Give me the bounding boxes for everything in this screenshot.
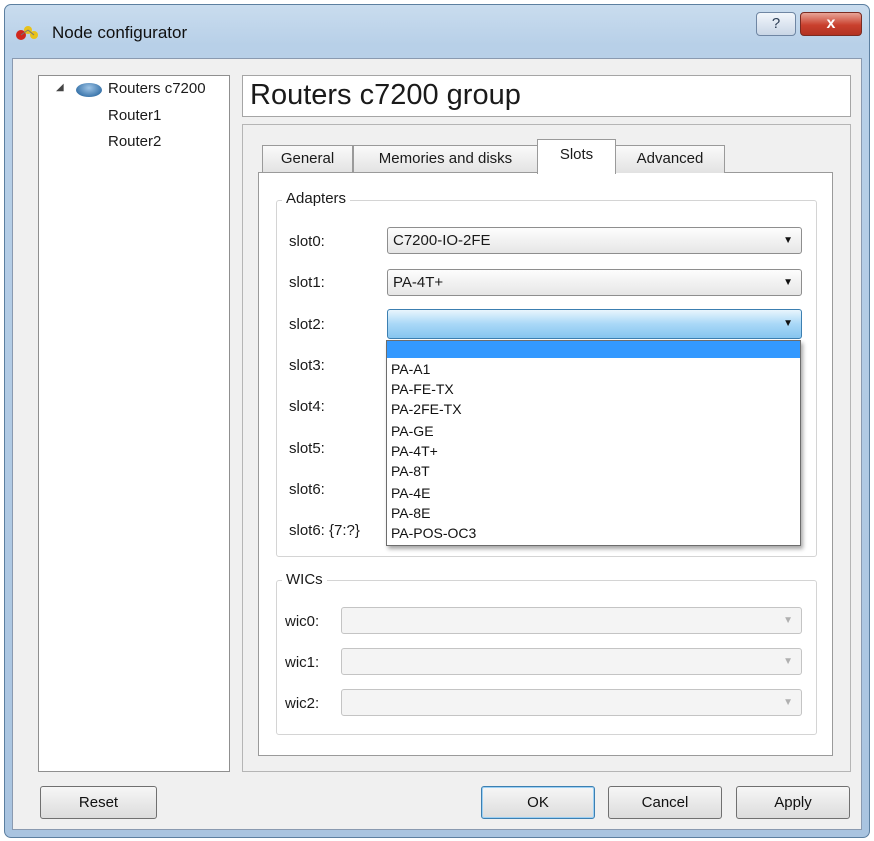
dropdown-arrow-icon: ▼ [783,697,793,708]
tab-advanced[interactable]: Advanced [615,145,725,173]
dropdown-arrow-icon: ▼ [783,318,793,329]
help-button[interactable]: ? [756,12,796,36]
slot2-combobox[interactable]: ▼ [387,309,802,339]
wic1-label: wic1: [285,654,320,671]
node-tree[interactable] [38,75,230,772]
tab-general[interactable]: General [262,145,353,173]
node-configurator-icon [14,24,42,42]
dropdown-option-pa-4e[interactable]: PA-4E [391,485,430,501]
page-title: Routers c7200 group [250,79,521,111]
wic2-combobox: ▼ [341,689,802,716]
close-icon: x [826,15,836,32]
wics-group-title: WICs [282,571,327,588]
tree-item-router2[interactable]: Router2 [108,133,161,150]
cancel-button[interactable]: Cancel [608,786,722,819]
dropdown-option-pa-pos-oc3[interactable]: PA-POS-OC3 [391,525,476,541]
tab-slots[interactable]: Slots [537,139,616,174]
close-button[interactable]: x [800,12,862,36]
wic2-label: wic2: [285,695,320,712]
ok-button[interactable]: OK [481,786,595,819]
tree-item-router1[interactable]: Router1 [108,107,161,124]
dropdown-option-empty[interactable] [387,341,800,358]
dropdown-arrow-icon: ▼ [783,277,793,288]
wic0-label: wic0: [285,613,320,630]
adapters-group-title: Adapters [282,190,351,207]
expand-arrow-icon[interactable]: ◢ [56,82,64,93]
slot1-value: PA-4T+ [393,274,444,291]
window-title: Node configurator [52,23,188,42]
slot6-label: slot6: [289,481,325,498]
slot1-label: slot1: [289,274,325,291]
slot2-label: slot2: [289,316,325,333]
router-icon [76,83,102,97]
slot3-label: slot3: [289,357,325,374]
wic0-combobox: ▼ [341,607,802,634]
slot0-combobox[interactable]: C7200-IO-2FE ▼ [387,227,802,254]
slot5-label: slot5: [289,440,325,457]
wic1-combobox: ▼ [341,648,802,675]
slot4-label: slot4: [289,398,325,415]
slot0-label: slot0: [289,233,325,250]
dropdown-option-pa-8t[interactable]: PA-8T [391,463,430,479]
dropdown-option-pa-2fe-tx[interactable]: PA-2FE-TX [391,401,462,417]
slot1-combobox[interactable]: PA-4T+ ▼ [387,269,802,296]
slot7-label: slot6: {7:?} [289,522,360,539]
dropdown-arrow-icon: ▼ [783,615,793,626]
slot0-value: C7200-IO-2FE [393,232,491,249]
dropdown-option-pa-fe-tx[interactable]: PA-FE-TX [391,381,454,397]
dropdown-arrow-icon: ▼ [783,656,793,667]
dropdown-option-pa-4t-plus[interactable]: PA-4T+ [391,443,438,459]
tab-memories-and-disks[interactable]: Memories and disks [353,145,538,173]
slot2-dropdown-list[interactable] [386,340,801,546]
dropdown-arrow-icon: ▼ [783,235,793,246]
apply-button[interactable]: Apply [736,786,850,819]
dropdown-option-pa-8e[interactable]: PA-8E [391,505,430,521]
dropdown-option-pa-ge[interactable]: PA-GE [391,423,434,439]
tree-item-routers-c7200[interactable]: Routers c7200 [108,80,206,97]
reset-button[interactable]: Reset [40,786,157,819]
dropdown-option-pa-a1[interactable]: PA-A1 [391,361,430,377]
